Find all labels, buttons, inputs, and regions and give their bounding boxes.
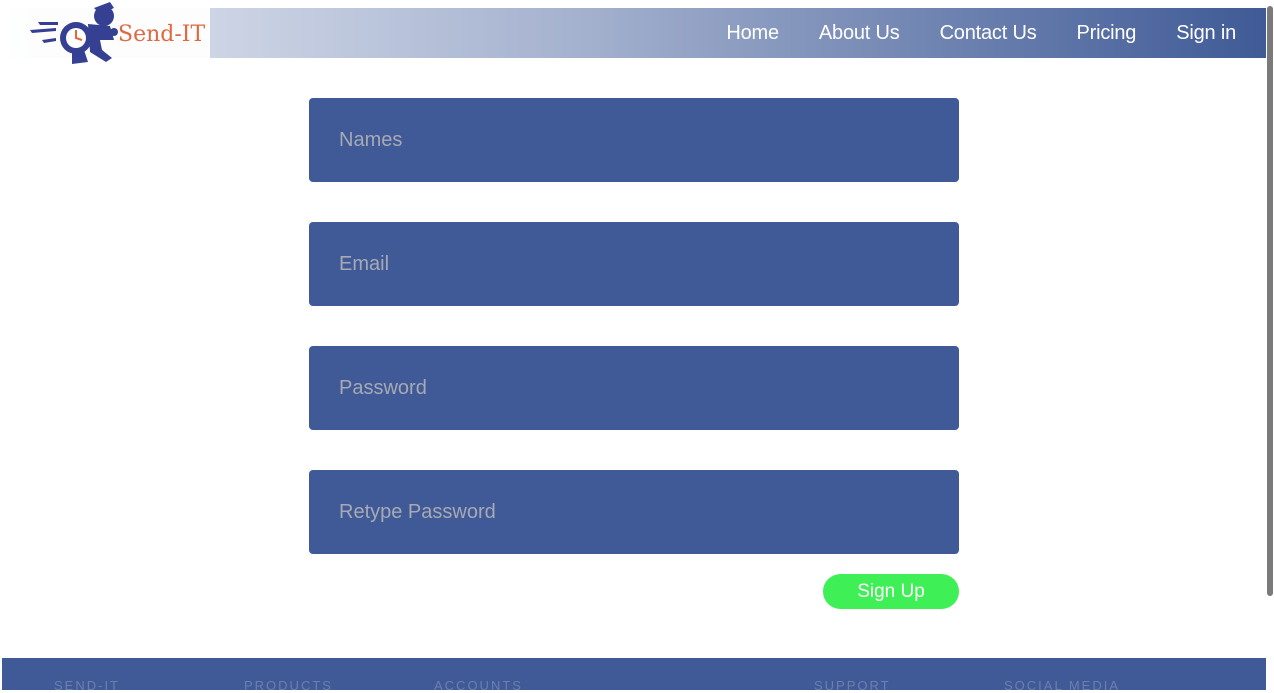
nav-pricing[interactable]: Pricing — [1077, 22, 1137, 45]
footer-heading-social-media: SOCIAL MEDIA — [1004, 678, 1120, 693]
footer-heading-send-it: SEND-IT — [54, 678, 120, 693]
sign-up-button[interactable]: Sign Up — [823, 574, 959, 609]
nav-contact-us[interactable]: Contact Us — [940, 22, 1037, 45]
nav-about-us[interactable]: About Us — [819, 22, 900, 45]
scrollbar-thumb[interactable] — [1267, 6, 1273, 596]
main-nav: Home About Us Contact Us Pricing Sign in — [726, 8, 1236, 58]
nav-sign-in[interactable]: Sign in — [1176, 22, 1236, 45]
email-input[interactable] — [309, 222, 959, 306]
footer-heading-accounts: ACCOUNTS — [434, 678, 523, 693]
retype-password-input[interactable] — [309, 470, 959, 554]
brand-name: Send-IT — [118, 22, 206, 47]
nav-home[interactable]: Home — [726, 22, 779, 45]
signup-form — [309, 98, 959, 594]
names-input[interactable] — [309, 98, 959, 182]
footer: SEND-IT PRODUCTS ACCOUNTS SUPPORT SOCIAL… — [2, 658, 1266, 693]
brand-logo[interactable]: Send-IT — [10, 0, 210, 66]
footer-heading-support: SUPPORT — [814, 678, 891, 693]
password-input[interactable] — [309, 346, 959, 430]
running-courier-clock-icon — [30, 2, 118, 64]
top-header: Send-IT Home About Us Contact Us Pricing… — [10, 0, 1266, 66]
footer-heading-products: PRODUCTS — [244, 678, 333, 693]
page-scrollbar[interactable] — [1266, 0, 1274, 690]
